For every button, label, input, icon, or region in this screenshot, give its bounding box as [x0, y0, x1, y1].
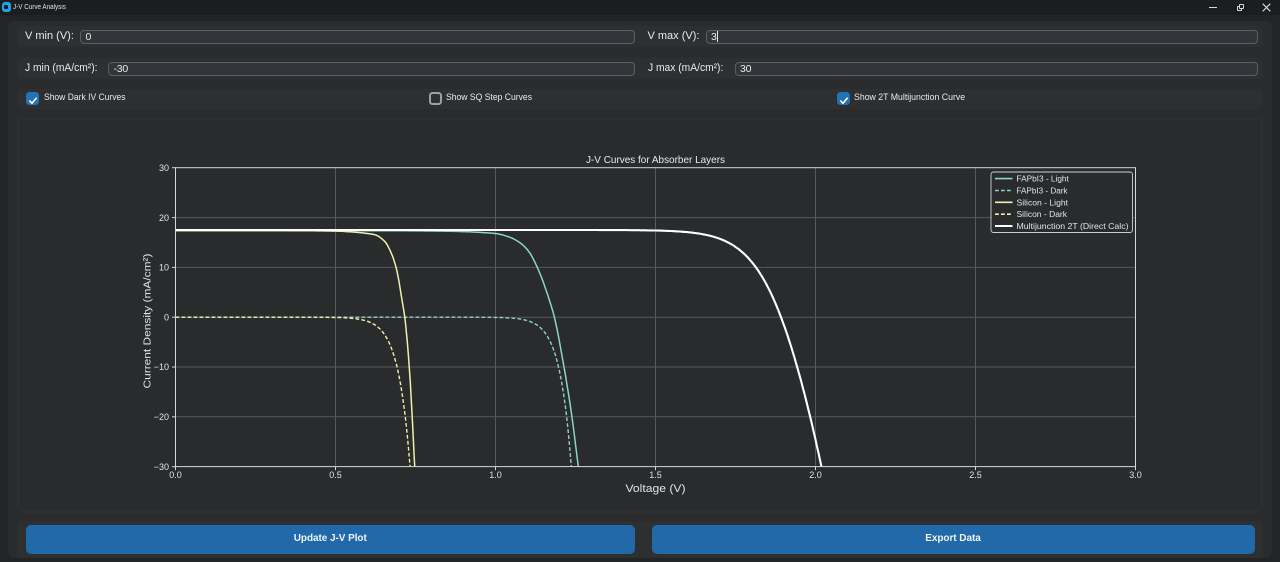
- svg-text:FAPbI3 - Light: FAPbI3 - Light: [1017, 174, 1070, 184]
- svg-text:Multijunction 2T (Direct Calc): Multijunction 2T (Direct Calc): [1017, 221, 1129, 231]
- svg-text:2.0: 2.0: [809, 470, 822, 480]
- svg-text:Silicon - Light: Silicon - Light: [1017, 197, 1069, 207]
- svg-text:0: 0: [164, 312, 169, 322]
- svg-text:Current Density (mA/cm²): Current Density (mA/cm²): [143, 254, 154, 389]
- svg-text:1.5: 1.5: [649, 470, 662, 480]
- svg-text:−30: −30: [154, 462, 169, 472]
- svg-text:10: 10: [159, 263, 169, 273]
- svg-text:−10: −10: [154, 362, 169, 372]
- svg-text:J-V Curves for Absorber Layers: J-V Curves for Absorber Layers: [586, 154, 725, 166]
- svg-text:30: 30: [159, 163, 169, 173]
- svg-text:−20: −20: [154, 412, 169, 422]
- svg-text:1.0: 1.0: [489, 470, 502, 480]
- svg-text:3.0: 3.0: [1129, 470, 1142, 480]
- svg-text:Silicon - Dark: Silicon - Dark: [1017, 209, 1068, 219]
- svg-text:0.0: 0.0: [169, 470, 182, 480]
- svg-text:0.5: 0.5: [329, 470, 342, 480]
- svg-text:2.5: 2.5: [969, 470, 982, 480]
- svg-text:20: 20: [159, 213, 169, 223]
- svg-text:Voltage (V): Voltage (V): [626, 483, 686, 495]
- svg-text:FAPbI3 - Dark: FAPbI3 - Dark: [1017, 186, 1069, 196]
